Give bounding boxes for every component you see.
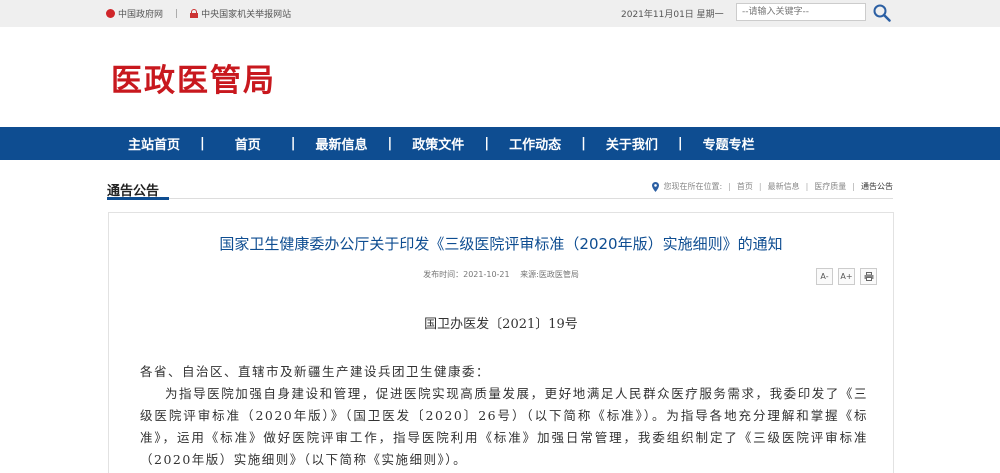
nav-item-topics[interactable]: 专题专栏 <box>683 134 775 153</box>
breadcrumb-separator: | <box>728 182 731 191</box>
current-date: 2021年11月01日 星期一 <box>621 10 724 20</box>
section-divider <box>107 198 893 199</box>
report-site-link[interactable]: 中央国家机关举报网站 <box>201 7 291 20</box>
site-logo[interactable]: 医政医管局 <box>111 55 276 100</box>
top-links-separator: | <box>175 8 179 19</box>
search-input[interactable] <box>736 3 866 21</box>
document-number: 国卫办医发〔2021〕19号 <box>424 317 578 332</box>
search-icon[interactable] <box>872 3 892 23</box>
publish-date: 发布时间：2021-10-21 <box>423 270 510 279</box>
breadcrumb-current[interactable]: 通告公告 <box>861 181 893 192</box>
font-larger-button[interactable]: A+ <box>838 268 855 285</box>
nav-item-about[interactable]: 关于我们 <box>586 134 678 153</box>
article-tools: A- A+ <box>816 268 877 285</box>
location-pin-icon <box>652 181 660 192</box>
breadcrumb-home[interactable]: 首页 <box>737 181 753 192</box>
print-button[interactable] <box>860 268 877 285</box>
nav-item-home[interactable]: 首页 <box>205 134 291 153</box>
main-nav: 主站首页 | 首页 | 最新信息 | 政策文件 | 工作动态 | 关于我们 | … <box>0 127 1000 160</box>
nav-item-latest[interactable]: 最新信息 <box>296 134 388 153</box>
section-title-underline <box>107 197 169 200</box>
breadcrumb-separator: | <box>758 182 762 191</box>
breadcrumb-separator: | <box>852 182 855 191</box>
article-meta: 发布时间：2021-10-21 来源:医政医管局 <box>109 269 893 280</box>
nav-item-main-home[interactable]: 主站首页 <box>108 134 200 153</box>
font-smaller-button[interactable]: A- <box>816 268 833 285</box>
top-bar: 中国政府网 | 中央国家机关举报网站 2021年11月01日 星期一 <box>0 0 1000 27</box>
national-emblem-icon <box>106 9 115 18</box>
article-card: 国家卫生健康委办公厅关于印发《三级医院评审标准（2020年版）实施细则》的通知 … <box>108 212 894 473</box>
article-source: 来源:医政医管局 <box>520 270 579 279</box>
breadcrumb-separator: | <box>805 182 809 191</box>
nav-item-work-news[interactable]: 工作动态 <box>489 134 581 153</box>
breadcrumb: 您现在所在位置: | 首页 | 最新信息 | 医疗质量 | 通告公告 <box>652 181 893 192</box>
breadcrumb-prefix: 您现在所在位置: <box>663 182 723 191</box>
article-title: 国家卫生健康委办公厅关于印发《三级医院评审标准（2020年版）实施细则》的通知 <box>219 235 783 253</box>
article-body: 各省、自治区、直辖市及新疆生产建设兵团卫生健康委： 为指导医院加强自身建设和管理… <box>140 361 868 471</box>
top-links: 中国政府网 | 中央国家机关举报网站 <box>106 7 291 20</box>
breadcrumb-latest[interactable]: 最新信息 <box>768 181 800 192</box>
print-icon <box>864 272 873 281</box>
nav-item-policy[interactable]: 政策文件 <box>392 134 484 153</box>
salutation: 各省、自治区、直辖市及新疆生产建设兵团卫生健康委： <box>140 364 491 379</box>
gov-site-link[interactable]: 中国政府网 <box>118 7 163 20</box>
report-icon <box>190 9 199 18</box>
breadcrumb-quality[interactable]: 医疗质量 <box>814 181 846 192</box>
